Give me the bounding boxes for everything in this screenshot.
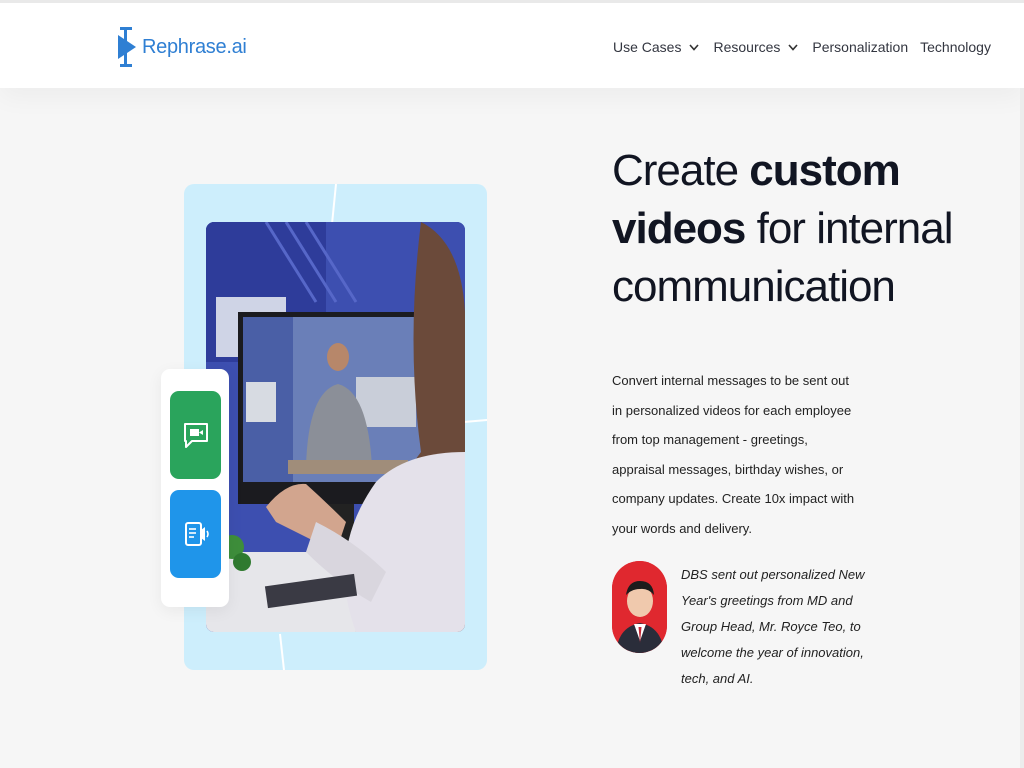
brand-name: Rephrase.ai bbox=[142, 35, 247, 58]
feature-icon-card bbox=[161, 369, 229, 607]
audio-document-button[interactable] bbox=[170, 490, 221, 578]
brand-logo[interactable]: Rephrase.ai bbox=[116, 25, 247, 69]
logo-icon bbox=[118, 27, 136, 67]
audio-document-icon bbox=[184, 522, 209, 546]
nav-item-resources[interactable]: Resources bbox=[713, 39, 800, 55]
nav-label: Technology bbox=[920, 39, 991, 55]
chevron-down-icon bbox=[788, 43, 798, 51]
nav-item-technology[interactable]: Technology bbox=[920, 39, 991, 55]
site-header: Rephrase.ai Use Cases Resources Personal… bbox=[0, 0, 1024, 88]
chevron-down-icon bbox=[689, 43, 700, 51]
video-chat-button[interactable] bbox=[170, 391, 221, 479]
nav-item-use-cases[interactable]: Use Cases bbox=[613, 39, 701, 55]
hero-headline: Create custom videos for internal commun… bbox=[612, 142, 992, 316]
nav-label: Personalization bbox=[812, 39, 909, 55]
nav-item-personalization[interactable]: Personalization bbox=[812, 39, 908, 55]
scrollbar-track[interactable] bbox=[1020, 88, 1024, 768]
hero-description: Convert internal messages to be sent out… bbox=[612, 373, 855, 536]
video-chat-icon bbox=[183, 423, 208, 448]
testimonial-quote: DBS sent out personalized New Year's gre… bbox=[681, 567, 865, 686]
hero-photo bbox=[206, 222, 465, 632]
nav-label: Use Cases bbox=[613, 39, 682, 55]
headline-part: Create bbox=[612, 146, 750, 195]
testimonial-avatar bbox=[612, 561, 667, 653]
page: Rephrase.ai Use Cases Resources Personal… bbox=[0, 0, 1024, 768]
main-nav: Use Cases Resources Personalization Tech… bbox=[613, 39, 1003, 55]
nav-label: Resources bbox=[713, 39, 781, 55]
